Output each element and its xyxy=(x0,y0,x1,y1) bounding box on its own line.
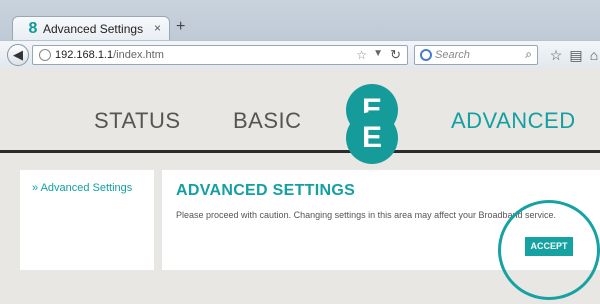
ee-favicon-icon: 8 xyxy=(28,20,38,37)
nav-advanced[interactable]: ADVANCED xyxy=(451,108,576,134)
tab-strip: 8 Advanced Settings × + xyxy=(0,0,600,40)
reload-icon[interactable]: ↻ xyxy=(390,47,401,63)
navigation-bar: ◀ 192.168.1.1/index.htm ☆ ▼ ↻ Search ⌕ ☆… xyxy=(0,40,600,68)
browser-chrome: 8 Advanced Settings × + ◀ 192.168.1.1/in… xyxy=(0,0,600,68)
ee-logo-bottom: E xyxy=(346,112,398,164)
sidebar-item-advanced-settings[interactable]: » Advanced Settings xyxy=(32,182,132,194)
new-tab-button[interactable]: + xyxy=(176,18,185,36)
nav-status[interactable]: STATUS xyxy=(94,108,181,134)
bookmark-star-icon[interactable]: ☆ xyxy=(548,47,564,63)
tab-advanced-settings[interactable]: 8 Advanced Settings × xyxy=(12,16,170,40)
header-divider xyxy=(0,150,600,153)
url-host: 192.168.1.1 xyxy=(55,49,114,61)
ee-logo[interactable]: E E xyxy=(346,84,398,164)
sidebar: » Advanced Settings xyxy=(20,170,154,270)
globe-icon xyxy=(39,49,51,61)
url-text[interactable]: 192.168.1.1/index.htm xyxy=(55,49,164,61)
magnifier-icon[interactable]: ⌕ xyxy=(525,47,532,62)
search-placeholder: Search xyxy=(435,49,470,61)
back-button[interactable]: ◀ xyxy=(7,44,29,66)
url-bar[interactable]: 192.168.1.1/index.htm ☆ ▼ ↻ xyxy=(32,45,408,65)
clipboard-icon[interactable]: ▤ xyxy=(568,47,584,63)
search-engine-icon[interactable] xyxy=(419,48,433,62)
url-dropdown-icon[interactable]: ▼ xyxy=(373,48,383,59)
url-path: /index.htm xyxy=(113,49,164,61)
page-title: ADVANCED SETTINGS xyxy=(176,182,356,199)
warning-text: Please proceed with caution. Changing se… xyxy=(176,210,557,220)
nav-basic[interactable]: BASIC xyxy=(233,108,302,134)
search-input[interactable]: Search ⌕ xyxy=(414,45,538,65)
tab-title: Advanced Settings xyxy=(43,22,144,36)
back-arrow-icon: ◀ xyxy=(13,47,23,62)
star-icon[interactable]: ☆ xyxy=(356,48,367,62)
home-icon[interactable]: ⌂ xyxy=(588,47,600,63)
highlight-ring xyxy=(498,200,600,300)
tab-close-icon[interactable]: × xyxy=(154,21,161,35)
